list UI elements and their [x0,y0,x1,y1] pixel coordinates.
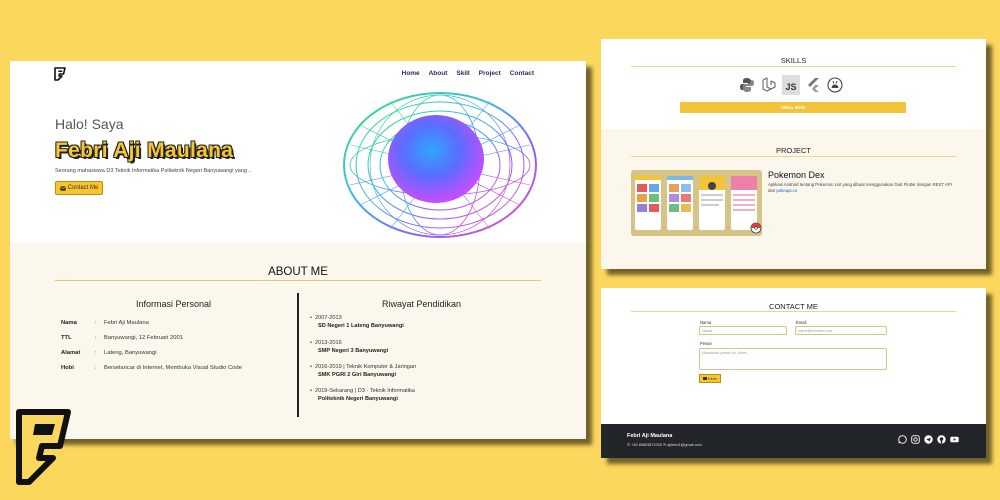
send-button[interactable]: Kirim [699,374,721,383]
about-title: ABOUT ME [268,266,328,278]
project-link[interactable]: pokeapi.co [776,188,797,193]
education-period: 2016-2019 | Teknik Komputer & Jaringan [310,364,416,370]
about-underline [55,280,541,281]
flutter-icon [804,75,822,95]
python-icon [738,75,756,95]
project-underline [631,156,956,157]
whatsapp-icon[interactable] [898,435,907,444]
info-value: Febri Aji Maulana [104,320,149,326]
info-value: Lateng, Banyuwangi [104,350,157,356]
contact-me-button[interactable]: Contact Me [55,181,103,195]
project-description: Aplikasi Android tentang Pokemon List ya… [768,182,958,193]
hero-name: Febri Aji Maulana [55,139,234,162]
nav-contact[interactable]: Contact [510,70,534,77]
education-period: 2013-2016 [310,340,388,346]
email-input[interactable]: name@domain.com [795,326,887,335]
info-colon: : [95,350,97,356]
footer-phone: +62 85853671000 [631,443,662,447]
pokemon-dex-screenshots [635,176,762,234]
info-colon: : [95,320,97,326]
laravel-icon [760,75,778,95]
contact-preview: CONTACT ME Nama Nama Email name@domain.c… [601,288,986,458]
education-item: 2013-2016 SMP Negeri 3 Banyuwangi [310,340,388,354]
nav-project[interactable]: Project [479,70,501,77]
logo-icon[interactable] [54,67,66,81]
hero-greeting: Halo! Saya [55,116,124,132]
info-colon: : [95,335,97,341]
mail-icon: ✉ [663,443,667,447]
info-value: Banyuwangi, 12 Februari 2001 [104,335,183,341]
youtube-icon[interactable] [950,435,959,444]
info-value: Berselancar di Internet, Membuka Visual … [104,365,242,371]
nav-menu: Home About Skill Project Contact [402,70,534,77]
education-school: Politeknik Negeri Banyuwangi [318,396,398,402]
message-label: Pesan [700,341,712,346]
github-icon[interactable] [937,435,946,444]
navbar: Home About Skill Project Contact [10,61,586,87]
education-school: SD Negeri 1 Lateng Banyuwangi [318,323,404,329]
project-title: PROJECT [775,146,811,155]
telegram-icon[interactable] [924,435,933,444]
skills-underline [631,66,956,67]
message-textarea[interactable]: Masukkan pesan ini. Kirim... [699,348,887,370]
name-label: Nama [700,320,712,325]
skills-project-preview: SKILLS JS SKILL BAR PROJECT Pokemon Dex … [601,39,986,269]
main-page-preview: Home About Skill Project Contact Halo! S… [10,61,586,439]
skill-bar-button[interactable]: SKILL BAR [680,102,906,113]
name-input[interactable]: Nama [699,326,787,335]
javascript-icon: JS [782,75,800,95]
about-section: ABOUT ME Informasi Personal Nama : Febri… [10,243,586,439]
send-label: Kirim [708,376,717,381]
skills-title: SKILLS [780,56,807,65]
education-item: 2016-2019 | Teknik Komputer & Jaringan S… [310,364,416,378]
education-school: SMK PGRI 2 Giri Banyuwangi [318,372,397,378]
project-thumbnail[interactable] [631,170,762,236]
brand-logo-icon [16,409,71,485]
phone-icon: ✆ [627,443,631,447]
footer-contact: ✆ +62 85853671000 ✉ ajifebri1@gmail.com [627,442,702,447]
wireframe-torus-illustration [343,92,537,238]
education-item: 2007-2013 SD Negeri 1 Lateng Banyuwangi [310,315,404,329]
education-school: SMP Negeri 3 Banyuwangi [318,348,389,354]
social-links [898,435,959,444]
instagram-icon[interactable] [911,435,920,444]
info-colon: : [95,365,97,371]
email-label: Email [796,320,807,325]
nav-home[interactable]: Home [402,70,420,77]
javascript-label: JS [785,82,797,92]
contact-underline [631,311,956,312]
contact-title: CONTACT ME [769,302,818,311]
envelope-icon [59,185,66,191]
column-divider [297,293,299,417]
footer-name: Febri Aji Maulana [627,433,673,439]
nav-skill[interactable]: Skill [456,70,469,77]
education-period: 2007-2013 [310,315,404,321]
education-item: 2019-Sekarang | D3 - Teknik Informatika … [310,388,415,402]
education-period: 2019-Sekarang | D3 - Teknik Informatika [310,388,415,394]
skills-icons: JS [738,75,844,95]
footer-email: ajifebri1@gmail.com [667,443,702,447]
envelope-icon [703,377,708,380]
footer: Febri Aji Maulana ✆ +62 85853671000 ✉ aj… [601,424,986,458]
nav-about[interactable]: About [429,70,448,77]
personal-info-title: Informasi Personal [136,299,212,309]
project-name: Pokemon Dex [768,170,825,180]
education-title: Riwayat Pendidikan [382,299,462,309]
android-icon [826,75,844,95]
contact-me-label: Contact Me [67,185,99,191]
hero-description: Seorang mahasiswa D3 Teknik Informatika … [55,168,252,174]
